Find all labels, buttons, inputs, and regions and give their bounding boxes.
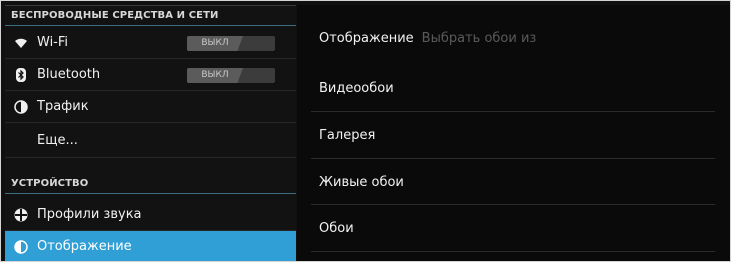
- sidebar-item-more[interactable]: Еще...: [5, 123, 296, 158]
- wifi-toggle-state: ВЫКЛ: [187, 36, 243, 51]
- sound-profiles-icon: [13, 207, 29, 223]
- device-header: УСТРОЙСТВО: [5, 174, 296, 194]
- more-label: Еще...: [37, 133, 78, 148]
- traffic-label: Трафик: [37, 99, 89, 114]
- gallery-label: Галерея: [319, 128, 376, 143]
- wireless-networks-header: БЕСПРОВОДНЫЕ СРЕДСТВА И СЕТИ: [5, 6, 296, 26]
- settings-window: БЕСПРОВОДНЫЕ СРЕДСТВА И СЕТИ Wi-Fi ВЫКЛ …: [0, 0, 731, 262]
- wifi-label: Wi-Fi: [37, 35, 69, 50]
- choose-wallpaper-subtitle: Выбрать обои из: [421, 31, 537, 46]
- list-item-video-wallpaper[interactable]: Видеообои: [297, 65, 730, 113]
- bluetooth-toggle-state: ВЫКЛ: [187, 68, 243, 83]
- video-wallpaper-label: Видеообои: [319, 81, 394, 96]
- wifi-icon: [13, 35, 29, 51]
- bluetooth-icon: [13, 67, 29, 83]
- display-icon: [13, 239, 29, 255]
- display-settings-panel: Отображение Выбрать обои из Видеообои Гал…: [297, 5, 730, 261]
- list-item-live-wallpaper[interactable]: Живые обои: [297, 159, 730, 207]
- sidebar-item-bluetooth[interactable]: Bluetooth ВЫКЛ: [5, 59, 296, 91]
- display-title: Отображение: [319, 31, 414, 46]
- sidebar-item-wifi[interactable]: Wi-Fi ВЫКЛ: [5, 27, 296, 59]
- bluetooth-label: Bluetooth: [37, 67, 101, 82]
- data-usage-icon: [13, 99, 29, 115]
- list-item-gallery[interactable]: Галерея: [297, 112, 730, 160]
- sidebar-item-display[interactable]: Отображение: [5, 231, 296, 261]
- display-label: Отображение: [37, 239, 132, 254]
- settings-categories-panel: БЕСПРОВОДНЫЕ СРЕДСТВА И СЕТИ Wi-Fi ВЫКЛ …: [5, 5, 296, 261]
- bluetooth-toggle[interactable]: ВЫКЛ: [187, 68, 275, 83]
- wifi-toggle[interactable]: ВЫКЛ: [187, 36, 275, 51]
- wallpaper-chooser-header: Отображение Выбрать обои из: [297, 15, 730, 63]
- wallpaper-label: Обои: [319, 221, 354, 236]
- divider: [311, 251, 715, 252]
- live-wallpaper-label: Живые обои: [319, 175, 404, 190]
- list-item-wallpaper[interactable]: Обои: [297, 205, 730, 253]
- sound-profiles-label: Профили звука: [37, 207, 142, 222]
- sidebar-item-traffic[interactable]: Трафик: [5, 91, 296, 123]
- sidebar-item-sound-profiles[interactable]: Профили звука: [5, 199, 296, 231]
